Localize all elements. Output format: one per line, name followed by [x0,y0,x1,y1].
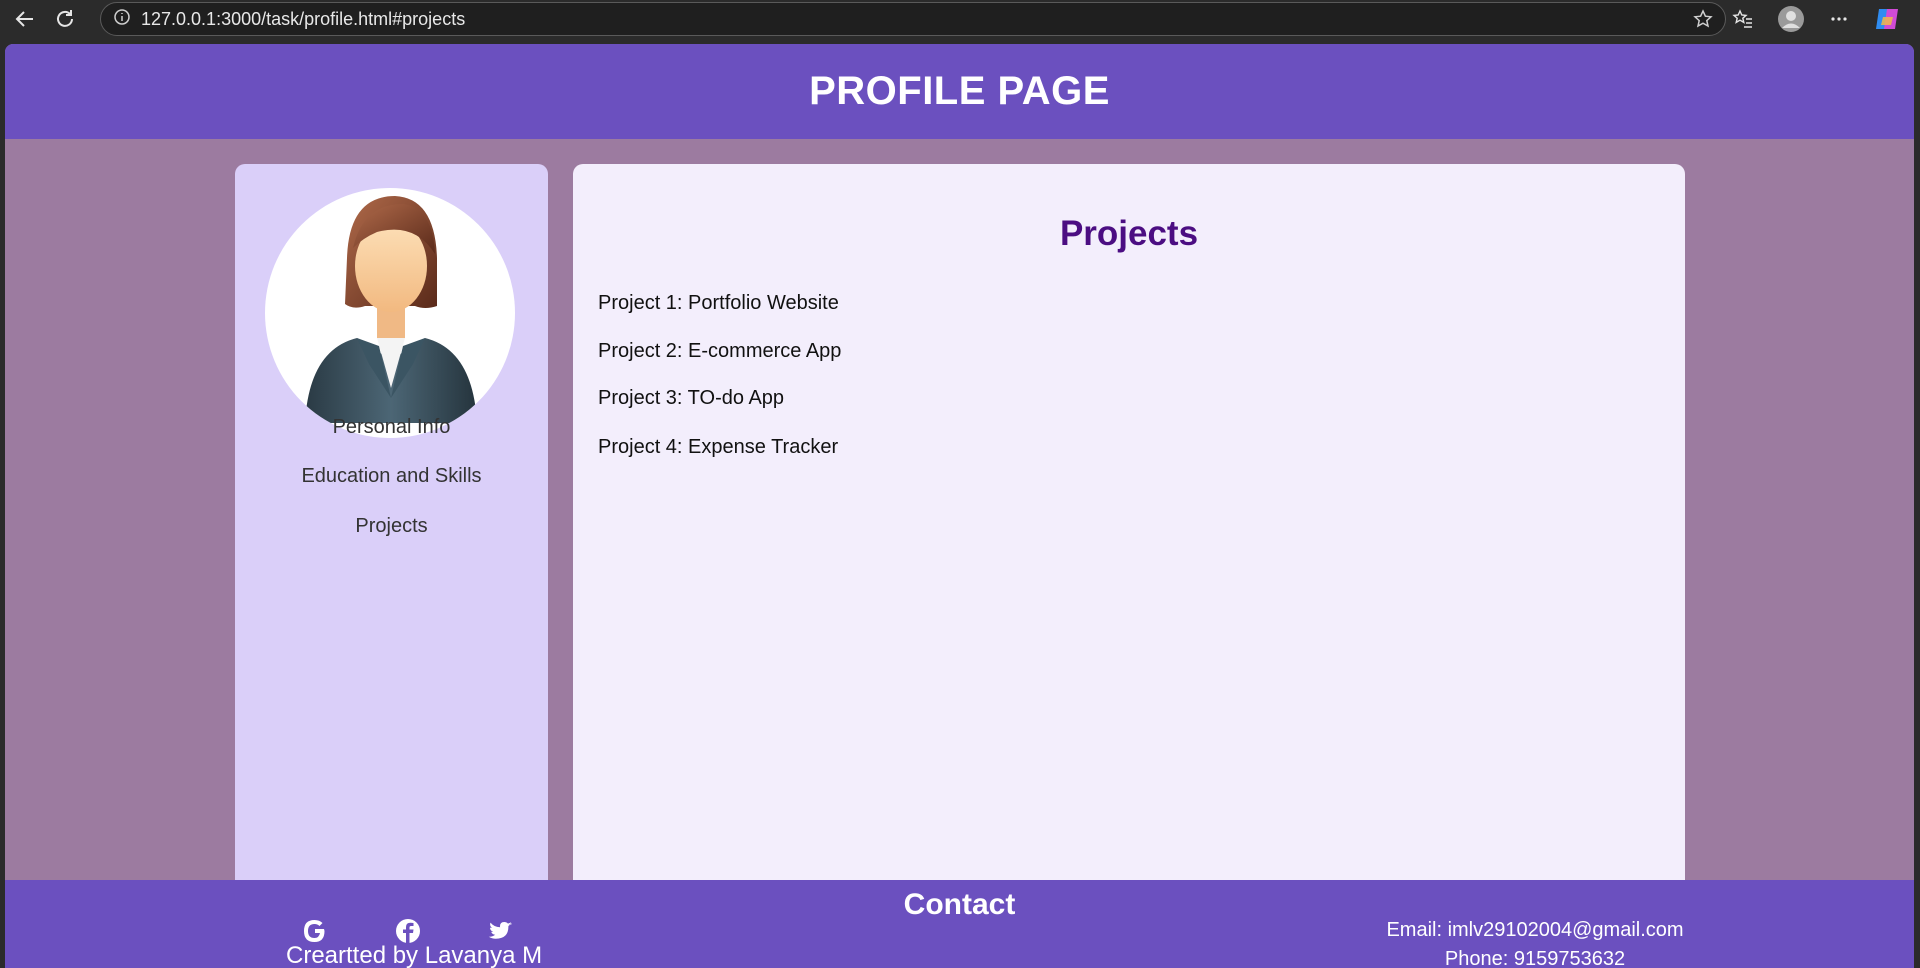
reload-icon[interactable] [50,4,80,34]
list-item: Project 2: E-commerce App [598,340,842,362]
profile-icon[interactable] [1776,4,1806,34]
credit-text: Creartted by Lavanya M [286,942,543,968]
back-arrow-icon[interactable] [10,4,40,34]
page-title: PROFILE PAGE [809,69,1110,113]
projects-section: Projects Project 1: Portfolio Website Pr… [573,164,1685,924]
url-text[interactable]: 127.0.0.1:3000/task/profile.html#project… [141,9,465,30]
favorites-icon[interactable] [1728,4,1758,34]
star-icon[interactable] [1693,9,1713,34]
email-text: Email: imlv29102004@gmail.com [1386,919,1684,941]
sidebar-item-projects[interactable]: Projects [235,515,548,538]
list-item: Project 1: Portfolio Website [598,292,839,314]
browser-toolbar: 127.0.0.1:3000/task/profile.html#project… [0,0,1920,38]
footer: Contact Creartted by Lavanya M Email: im… [5,880,1914,968]
sidebar-item-personal-info[interactable]: Personal Info [235,416,548,439]
info-icon[interactable] [113,8,131,31]
section-heading: Projects [1059,214,1199,253]
address-bar[interactable]: 127.0.0.1:3000/task/profile.html#project… [100,2,1726,36]
more-icon[interactable] [1824,4,1854,34]
list-item: Project 4: Expense Tracker [598,436,839,458]
avatar [265,188,515,438]
page-viewport: PROFILE PAGE Personal Info Education and… [5,44,1914,968]
sidebar-item-education-skills[interactable]: Education and Skills [235,465,548,488]
businesswoman-avatar-icon [305,196,477,423]
sidebar: Personal Info Education and Skills Proje… [235,164,548,924]
page-header: PROFILE PAGE [5,44,1914,139]
copilot-icon[interactable] [1872,4,1902,34]
list-item: Project 3: TO-do App [598,387,785,409]
contact-info: Email: imlv29102004@gmail.com Phone: 915… [1375,916,1695,968]
phone-text: Phone: 9159753632 [1444,948,1626,968]
